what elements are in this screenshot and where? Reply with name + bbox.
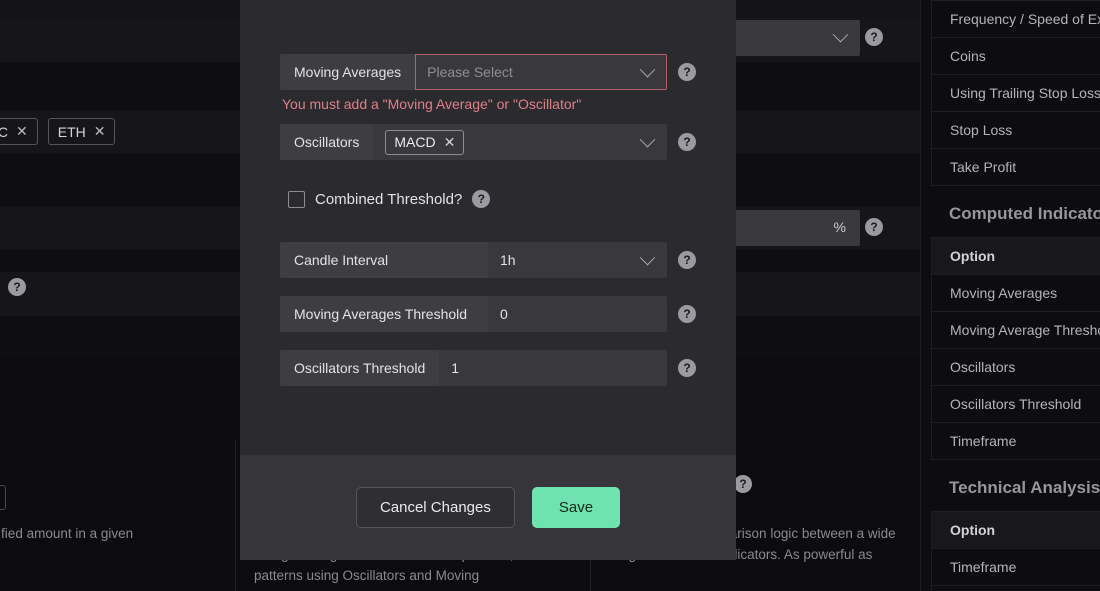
app-root: ? BTC ✕ ETH ✕ % ? s ? Any Timeframe asse… [0, 0, 1100, 591]
help-icon[interactable]: ? [678, 251, 696, 269]
sidebar-table: Frequency / Speed of Ex Coins Using Trai… [931, 0, 1100, 186]
coin-chip[interactable]: BTC ✕ [0, 118, 38, 145]
percent-suffix: % [833, 219, 846, 235]
oscillator-chip[interactable]: MACD ✕ [385, 129, 465, 155]
background-coin-chips: BTC ✕ ETH ✕ [0, 118, 116, 145]
oscillators-row: Oscillators MACD ✕ ? [280, 124, 696, 160]
modal-footer: Cancel Changes Save [240, 455, 736, 560]
coin-chip[interactable]: ETH ✕ [47, 118, 116, 145]
candle-interval-select[interactable]: 1h [488, 242, 667, 278]
sidebar-row[interactable]: Analysis: [932, 586, 1100, 591]
moving-averages-threshold-input[interactable]: 0 [488, 296, 667, 332]
oscillators-threshold-row: Oscillators Threshold 1 ? [280, 350, 696, 386]
combined-threshold-checkbox[interactable] [288, 190, 305, 208]
sidebar-row[interactable]: Using Trailing Stop Loss [932, 75, 1100, 112]
sidebar-row[interactable]: Oscillators Threshold [932, 386, 1100, 423]
help-icon[interactable]: ? [678, 305, 696, 323]
moving-averages-select[interactable]: Please Select [415, 54, 667, 90]
help-icon[interactable]: ? [865, 218, 883, 236]
sidebar-table-header: Option [932, 238, 1100, 275]
chevron-down-glyph [639, 131, 656, 147]
sidebar-row[interactable]: Oscillators [932, 349, 1100, 386]
oscillators-label: Oscillators [280, 124, 374, 160]
save-button[interactable]: Save [531, 487, 621, 528]
validation-error-message: You must add a "Moving Average" or "Osci… [282, 96, 582, 112]
sidebar-row[interactable]: Moving Averages [932, 275, 1100, 312]
sidebar-row[interactable]: Coins [932, 38, 1100, 75]
sidebar-row[interactable]: Stop Loss [932, 112, 1100, 149]
sidebar-row[interactable]: Frequency / Speed of Ex [932, 1, 1100, 38]
moving-averages-field: Moving Averages Please Select [280, 54, 667, 90]
oscillators-field: Oscillators MACD ✕ [280, 124, 667, 160]
combined-threshold-row: Combined Threshold? ? [288, 190, 696, 208]
moving-averages-threshold-value: 0 [500, 306, 508, 322]
combined-threshold-label: Combined Threshold? [315, 190, 463, 208]
sidebar-row[interactable]: Timeframe [932, 423, 1100, 460]
help-icon[interactable]: ? [678, 359, 696, 377]
help-icon[interactable]: ? [472, 190, 491, 208]
oscillators-select[interactable]: MACD ✕ [373, 124, 667, 160]
moving-averages-threshold-label: Moving Averages Threshold [280, 296, 488, 332]
help-icon[interactable]: ? [865, 28, 883, 46]
sidebar-table: Option Timeframe Analysis: [931, 511, 1100, 591]
sidebar-section-title: Computed Indicato [949, 204, 1100, 223]
indicator-settings-modal: Moving Averages Please Select ? You must… [240, 0, 736, 560]
moving-averages-threshold-field: Moving Averages Threshold 0 [280, 296, 667, 332]
coin-chip-label: BTC [0, 123, 8, 140]
oscillators-threshold-field: Oscillators Threshold 1 [280, 350, 667, 386]
moving-averages-threshold-row: Moving Averages Threshold 0 ? [280, 296, 696, 332]
candle-interval-value: 1h [500, 252, 516, 268]
oscillators-threshold-value: 1 [451, 360, 460, 376]
oscillators-threshold-input[interactable]: 1 [439, 350, 667, 386]
card-tag: Any Timeframe [0, 485, 7, 510]
candle-interval-field: Candle Interval 1h [280, 242, 667, 278]
help-icon[interactable]: ? [8, 278, 26, 296]
help-icon[interactable]: ? [678, 133, 696, 151]
cancel-changes-button[interactable]: Cancel Changes [355, 487, 515, 528]
sidebar-row[interactable]: Take Profit [932, 149, 1100, 186]
candle-interval-row: Candle Interval 1h ? [280, 242, 696, 278]
chevron-down-glyph [639, 61, 656, 77]
sidebar-row[interactable]: Timeframe [932, 549, 1100, 586]
feature-card[interactable]: Any Timeframe assets that have fied amou… [0, 440, 235, 591]
sidebar-table: Option Moving Averages Moving Average Th… [931, 237, 1100, 460]
chevron-down-icon [832, 26, 849, 43]
sidebar-section-title: Technical Analysis [949, 478, 1100, 497]
help-icon[interactable]: ? [678, 63, 696, 81]
moving-averages-label: Moving Averages [280, 54, 416, 90]
close-icon[interactable]: ✕ [16, 123, 28, 140]
candle-interval-label: Candle Interval [280, 242, 488, 278]
moving-averages-row: Moving Averages Please Select ? [280, 54, 696, 90]
close-icon[interactable]: ✕ [444, 134, 456, 151]
modal-body: Moving Averages Please Select ? You must… [240, 0, 736, 455]
sidebar-row[interactable]: Moving Average Thresho [932, 312, 1100, 349]
chevron-down-glyph [639, 249, 656, 265]
sidebar-table-header: Option [932, 512, 1100, 549]
help-icon[interactable]: ? [734, 475, 752, 493]
card-description: assets that have fied amount in a given [0, 526, 134, 541]
chevron-down-icon[interactable] [639, 131, 656, 148]
coin-chip-label: ETH [57, 123, 86, 140]
right-sidebar: Frequency / Speed of Ex Coins Using Trai… [920, 0, 1100, 591]
oscillator-chip-label: MACD [394, 134, 436, 150]
oscillators-threshold-label: Oscillators Threshold [280, 350, 440, 386]
background-truncated-label: s ? [0, 278, 26, 296]
moving-averages-placeholder: Please Select [427, 64, 513, 80]
chevron-down-icon[interactable] [639, 61, 656, 78]
chevron-down-icon[interactable] [639, 249, 656, 266]
close-icon[interactable]: ✕ [94, 123, 106, 140]
